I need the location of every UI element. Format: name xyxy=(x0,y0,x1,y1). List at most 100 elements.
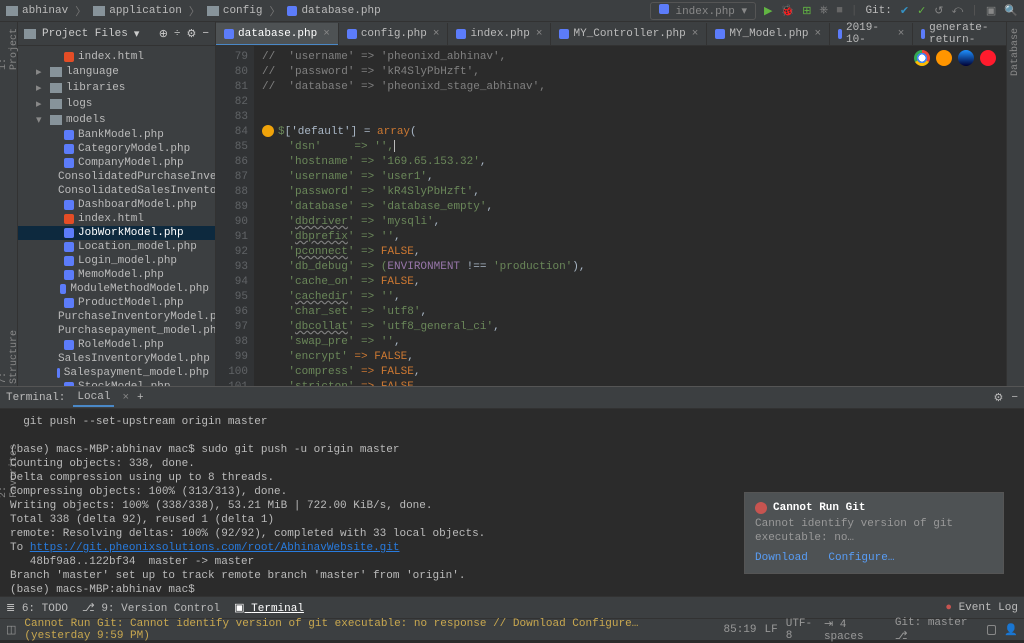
close-icon[interactable]: × xyxy=(433,28,440,40)
file-encoding[interactable]: UTF-8 xyxy=(786,618,816,642)
editor-tab[interactable]: log-2019-10-09.php× xyxy=(830,23,913,45)
sidebar-title[interactable]: Project Files xyxy=(42,28,128,40)
php-file-icon xyxy=(64,256,74,266)
editor-tab[interactable]: MY_Model.php× xyxy=(707,23,830,45)
tree-item-label: MemoModel.php xyxy=(78,269,164,281)
git-history-icon[interactable]: ↺ xyxy=(934,4,943,18)
line-separator[interactable]: LF xyxy=(765,624,778,636)
tree-item[interactable]: ▸logs xyxy=(18,96,215,112)
editor-tab[interactable]: config.php × xyxy=(339,23,449,45)
tree-item[interactable]: PurchaseInventoryModel.php xyxy=(18,310,215,324)
tree-item[interactable]: ▾models xyxy=(18,112,215,128)
stop-icon[interactable]: ■ xyxy=(836,5,843,17)
dropdown-icon[interactable]: ▾ xyxy=(134,27,140,41)
tree-item[interactable]: SalesInventoryModel.php xyxy=(18,352,215,366)
git-revert-icon[interactable]: ⤺ xyxy=(952,5,964,17)
tab-label: config.php xyxy=(361,28,427,40)
tree-item[interactable]: BankModel.php xyxy=(18,128,215,142)
firefox-icon[interactable] xyxy=(936,50,952,66)
tree-item[interactable]: DashboardModel.php xyxy=(18,198,215,212)
editor-code[interactable]: // 'username' => 'pheonixd_abhinav', // … xyxy=(254,46,1006,386)
status-icon[interactable]: ◫ xyxy=(6,623,16,637)
git-branch[interactable]: Git: master ⎇ xyxy=(895,617,979,643)
tree-item[interactable]: RoleModel.php xyxy=(18,338,215,352)
tree-item[interactable]: ▸libraries xyxy=(18,80,215,96)
folder-icon xyxy=(50,115,62,125)
hide-icon[interactable]: − xyxy=(1011,392,1018,404)
tree-item[interactable]: ProductModel.php xyxy=(18,296,215,310)
event-log-tab[interactable]: ● Event Log xyxy=(945,602,1018,614)
project-toolwindow-tab[interactable]: 1: Project xyxy=(0,28,20,70)
hide-icon[interactable]: − xyxy=(202,28,209,40)
build-icon[interactable]: ▣ xyxy=(986,4,996,18)
tree-item[interactable]: Purchasepayment_model.php xyxy=(18,324,215,338)
close-icon[interactable]: × xyxy=(898,28,905,40)
tree-item[interactable]: index.html xyxy=(18,212,215,226)
php-file-icon xyxy=(921,29,925,39)
gear-icon[interactable]: ⚙ xyxy=(994,391,1004,405)
search-icon[interactable]: 🔍 xyxy=(1004,4,1018,18)
tree-item-label: Salespayment_model.php xyxy=(64,367,209,379)
chrome-icon[interactable] xyxy=(914,50,930,66)
tree-item[interactable]: Login_model.php xyxy=(18,254,215,268)
project-tree[interactable]: index.html▸language▸libraries▸logs▾model… xyxy=(18,46,215,386)
tree-item[interactable]: CategoryModel.php xyxy=(18,142,215,156)
tree-item[interactable]: ConsolidatedPurchaseInventor xyxy=(18,170,215,184)
close-icon[interactable]: × xyxy=(815,28,822,40)
debug-icon[interactable]: 🐞 xyxy=(781,4,795,18)
todo-tab[interactable]: ≣ 6: TODO xyxy=(6,601,68,615)
coverage-icon[interactable]: ⊞ xyxy=(802,4,811,18)
safari-icon[interactable] xyxy=(958,50,974,66)
close-icon[interactable]: × xyxy=(323,28,330,40)
gear-icon[interactable]: ⚙ xyxy=(187,27,197,41)
tree-item-label: SalesInventoryModel.php xyxy=(58,353,210,365)
git-label: Git: xyxy=(865,5,891,17)
editor-tab[interactable]: database.php× xyxy=(216,23,339,45)
git-commit-icon[interactable]: ✓ xyxy=(917,4,926,18)
status-message[interactable]: Cannot Run Git: Cannot identify version … xyxy=(24,618,707,642)
profiler-icon[interactable]: ⎈ xyxy=(819,5,828,17)
vcs-tab[interactable]: ⎇ 9: Version Control xyxy=(82,601,220,615)
tree-item-label: DashboardModel.php xyxy=(78,199,197,211)
terminal-link[interactable]: https://git.pheonixsolutions.com/root/Ab… xyxy=(30,542,400,554)
tree-item[interactable]: CompanyModel.php xyxy=(18,156,215,170)
tab-label: view-generate-return-jobwork.php xyxy=(929,22,1006,46)
editor-tab[interactable]: MY_Controller.php× xyxy=(551,23,707,45)
editor-tab[interactable]: view-generate-return-jobwork.php× xyxy=(913,23,1006,45)
locate-icon[interactable]: ⊕ xyxy=(159,27,168,41)
terminal-tab-local[interactable]: Local xyxy=(73,389,114,407)
tree-item[interactable]: MemoModel.php xyxy=(18,268,215,282)
tree-item[interactable]: Salespayment_model.php xyxy=(18,366,215,380)
tree-item[interactable]: index.html xyxy=(18,50,215,64)
lock-icon[interactable] xyxy=(987,625,996,635)
editor[interactable]: 79 80 81 82 83 84 85 86 87 88 89 90 91 9… xyxy=(216,46,1006,386)
notification-download-link[interactable]: Download xyxy=(755,552,808,564)
run-config-selector[interactable]: index.php ▾ xyxy=(650,2,756,20)
collapse-icon[interactable]: ÷ xyxy=(174,28,181,40)
terminal-body[interactable]: git push --set-upstream origin master (b… xyxy=(0,409,1024,596)
caret-position[interactable]: 85:19 xyxy=(724,624,757,636)
inspector-icon[interactable]: 👤 xyxy=(1004,623,1018,637)
structure-toolwindow-tab[interactable]: 7: Structure xyxy=(0,330,20,384)
php-file-icon xyxy=(64,270,74,280)
new-tab-icon[interactable]: + xyxy=(137,392,144,404)
run-icon[interactable]: ▶ xyxy=(764,4,772,18)
breadcrumb[interactable]: abhinav 〉 application 〉 config 〉 databas… xyxy=(6,3,381,19)
close-tab-icon[interactable]: × xyxy=(122,392,129,404)
notification-configure-link[interactable]: Configure… xyxy=(828,552,894,564)
tree-item[interactable]: ModuleMethodModel.php xyxy=(18,282,215,296)
git-update-icon[interactable]: ✔ xyxy=(900,4,909,18)
close-icon[interactable]: × xyxy=(536,28,543,40)
tree-item[interactable]: ▸language xyxy=(18,64,215,80)
indent-settings[interactable]: ⇥ 4 spaces xyxy=(824,617,887,643)
tree-item-label: Purchasepayment_model.php xyxy=(58,325,215,337)
tree-item[interactable]: JobWorkModel.php xyxy=(18,226,215,240)
tree-item[interactable]: Location_model.php xyxy=(18,240,215,254)
editor-tab[interactable]: index.php× xyxy=(448,23,551,45)
opera-icon[interactable] xyxy=(980,50,996,66)
terminal-tab[interactable]: ▣ Terminal xyxy=(234,601,304,615)
database-toolwindow-tab[interactable]: Database xyxy=(1010,28,1021,76)
tree-item[interactable]: ConsolidatedSalesInventoryMo xyxy=(18,184,215,198)
close-icon[interactable]: × xyxy=(692,28,699,40)
sidebar-header: Project Files ▾ ⊕ ÷ ⚙ − xyxy=(18,22,215,46)
